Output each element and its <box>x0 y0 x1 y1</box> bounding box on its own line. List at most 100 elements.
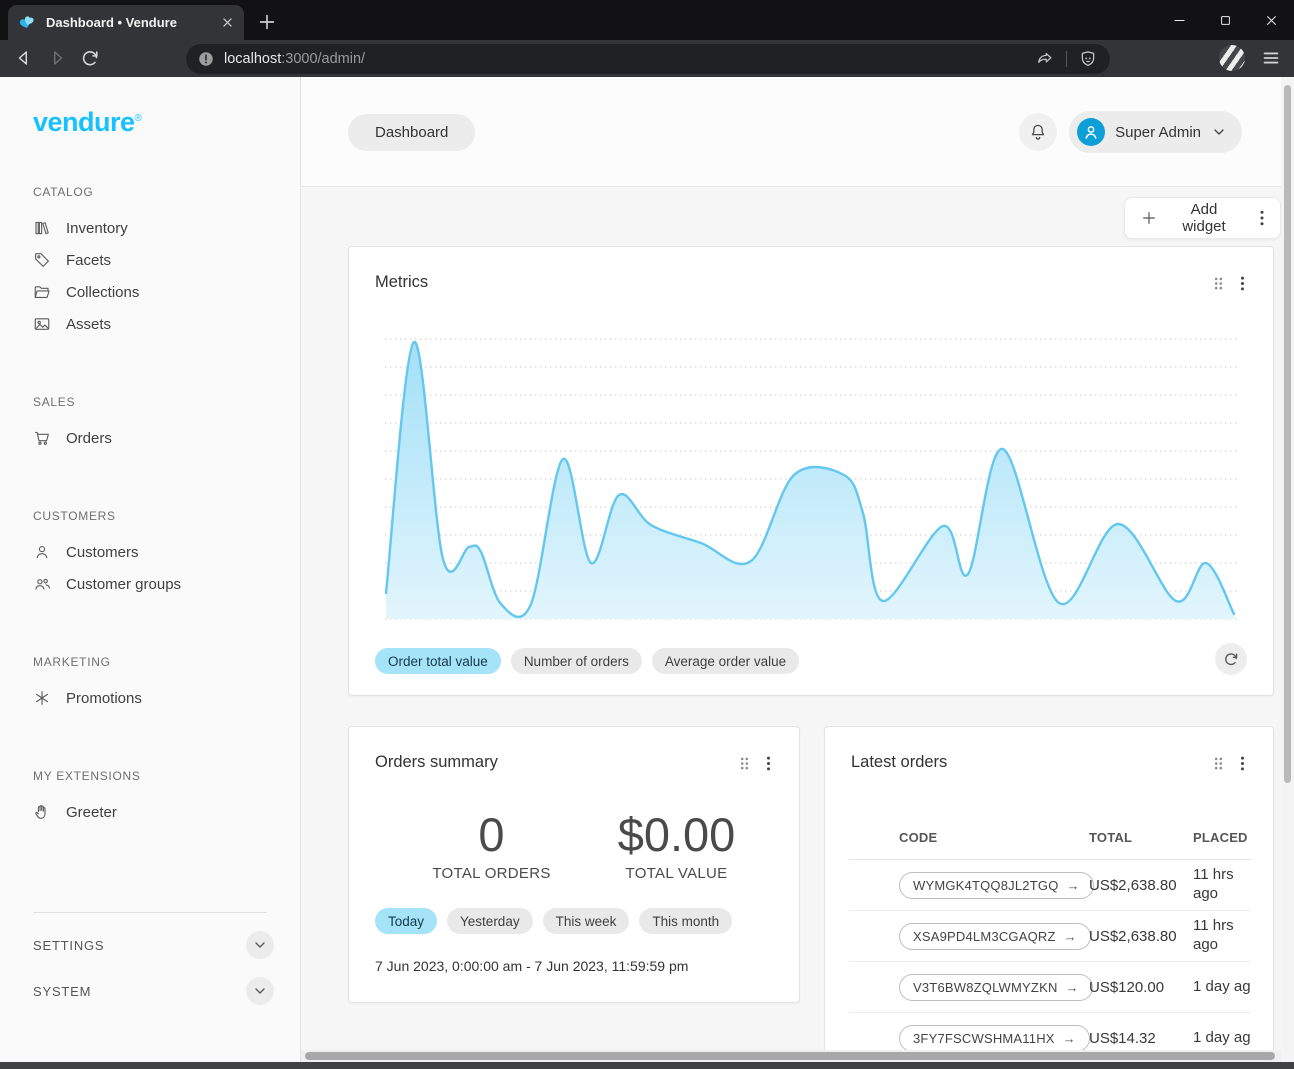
window-minimize-button[interactable] <box>1156 0 1202 40</box>
customers-icon <box>33 543 51 561</box>
order-total: US$14.32 <box>1089 1030 1193 1047</box>
sidebar-item[interactable]: Promotions <box>0 682 300 714</box>
collections-icon <box>33 283 51 301</box>
drag-handle-icon[interactable] <box>739 756 750 771</box>
url-text: localhost:3000/admin/ <box>224 51 1035 67</box>
sidebar-item-label: Facets <box>66 252 111 269</box>
refresh-icon[interactable] <box>1215 643 1247 675</box>
notifications-button[interactable] <box>1019 113 1057 151</box>
window-close-button[interactable] <box>1248 0 1294 40</box>
orders-icon <box>33 429 51 447</box>
browser-reload-button[interactable] <box>79 47 101 69</box>
sidebar-item[interactable]: Collections <box>0 276 300 308</box>
arrow-right-icon: → <box>1067 878 1080 893</box>
sidebar-item[interactable]: Customers <box>0 536 300 568</box>
metric-chip[interactable]: Number of orders <box>511 648 642 674</box>
customer-groups-icon <box>33 575 51 593</box>
sidebar-item-label: Customers <box>66 544 139 561</box>
widget-menu-icon[interactable] <box>766 755 771 772</box>
horizontal-scrollbar-thumb[interactable] <box>305 1052 1275 1060</box>
order-placed-at: 11 hrs ago <box>1193 866 1251 904</box>
metric-chip[interactable]: Order total value <box>375 648 501 674</box>
window-controls <box>1156 0 1294 40</box>
sidebar-item-label: Inventory <box>66 220 128 237</box>
metric-chip[interactable]: Average order value <box>652 648 799 674</box>
order-code: V3T6BW8ZQLWMYZKN <box>913 980 1058 995</box>
sidebar-nav: CATALOG Inventory Facets <box>0 184 300 828</box>
widget-menu-icon[interactable] <box>1240 275 1245 292</box>
chevron-down-icon[interactable] <box>246 931 274 959</box>
summary-stat: $0.00 TOTAL VALUE <box>584 811 769 882</box>
promotions-icon <box>33 689 51 707</box>
range-chip[interactable]: This month <box>639 908 732 934</box>
order-code-button[interactable]: 3FY7FSCWSHMA11HX → <box>899 1025 1090 1051</box>
window-bottom-edge <box>0 1062 1294 1069</box>
browser-menu-icon[interactable] <box>1260 47 1282 69</box>
drag-handle-icon[interactable] <box>1213 756 1224 771</box>
url-bar[interactable]: localhost:3000/admin/ <box>186 44 1110 74</box>
horizontal-scrollbar[interactable] <box>301 1050 1281 1062</box>
sidebar-item[interactable]: Greeter <box>0 796 300 828</box>
table-row: 3FY7FSCWSHMA11HX → US$14.32 1 day ago <box>849 1013 1251 1050</box>
order-placed-at: 11 hrs ago <box>1193 917 1251 955</box>
arrow-right-icon: → <box>1063 1031 1076 1046</box>
nav-group: CUSTOMERS Customers Customer groups <box>0 508 300 600</box>
sidebar-collapsed-section[interactable]: SETTINGS <box>0 931 300 959</box>
sidebar-item-label: Assets <box>66 316 111 333</box>
nav-section-title: MARKETING <box>33 654 300 670</box>
user-avatar <box>1077 118 1105 146</box>
order-total: US$2,638.80 <box>1089 928 1193 945</box>
browser-tab[interactable]: Dashboard • Vendure <box>8 5 244 40</box>
new-tab-button[interactable] <box>256 11 278 33</box>
plus-icon <box>1141 210 1157 226</box>
sidebar-item-label: Greeter <box>66 804 117 821</box>
sidebar-item[interactable]: Assets <box>0 308 300 340</box>
order-placed-at: 1 day ago <box>1193 978 1251 997</box>
order-code-button[interactable]: XSA9PD4LM3CGAQRZ → <box>899 923 1091 950</box>
browser-profile-avatar[interactable] <box>1219 45 1245 71</box>
sidebar-item[interactable]: Inventory <box>0 212 300 244</box>
site-info-icon[interactable] <box>197 50 215 68</box>
share-icon[interactable] <box>1035 49 1055 69</box>
greeter-icon <box>33 803 51 821</box>
widget-menu-icon[interactable] <box>1240 755 1245 772</box>
widget-bar-menu-icon[interactable] <box>1255 210 1269 226</box>
column-header: TOTAL <box>1089 830 1193 845</box>
range-chip[interactable]: Yesterday <box>447 908 533 934</box>
range-chip[interactable]: Today <box>375 908 437 934</box>
add-widget-button[interactable]: Add widget <box>1124 197 1281 239</box>
order-code: WYMGK4TQQ8JL2TGQ <box>913 878 1059 893</box>
vertical-scrollbar[interactable] <box>1281 77 1294 1062</box>
browser-back-button[interactable] <box>13 47 35 69</box>
tab-close-icon[interactable] <box>219 14 236 31</box>
range-chip[interactable]: This week <box>543 908 630 934</box>
url-path: :3000/admin/ <box>281 51 365 67</box>
vertical-scrollbar-thumb[interactable] <box>1284 85 1291 783</box>
browser-forward-button[interactable] <box>46 47 68 69</box>
sidebar: vendure® CATALOG Inventory <box>0 77 301 1062</box>
vendure-favicon-icon <box>19 14 36 31</box>
toolbar-divider <box>1066 51 1067 67</box>
sidebar-item[interactable]: Customer groups <box>0 568 300 600</box>
drag-handle-icon[interactable] <box>1213 276 1224 291</box>
sidebar-item-label: Customer groups <box>66 576 181 593</box>
brave-shield-icon[interactable] <box>1078 49 1098 69</box>
tab-title: Dashboard • Vendure <box>46 15 219 30</box>
breadcrumb[interactable]: Dashboard <box>348 114 475 151</box>
sidebar-item[interactable]: Orders <box>0 422 300 454</box>
sidebar-item-label: Promotions <box>66 690 142 707</box>
chevron-down-icon <box>1211 124 1227 140</box>
page-header: Dashboard Super Admin <box>301 77 1281 187</box>
order-code-button[interactable]: V3T6BW8ZQLWMYZKN → <box>899 974 1093 1001</box>
order-code-button[interactable]: WYMGK4TQQ8JL2TGQ → <box>899 872 1094 899</box>
order-total: US$2,638.80 <box>1089 877 1193 894</box>
column-header: PLACED AT <box>1193 830 1251 845</box>
window-maximize-button[interactable] <box>1202 0 1248 40</box>
chevron-down-icon[interactable] <box>246 977 274 1005</box>
sidebar-item[interactable]: Facets <box>0 244 300 276</box>
nav-section-title: CATALOG <box>33 184 300 200</box>
order-total: US$120.00 <box>1089 979 1193 996</box>
sidebar-collapsed-section[interactable]: SYSTEM <box>0 977 300 1005</box>
user-menu-button[interactable]: Super Admin <box>1069 111 1242 153</box>
nav-section-title: CUSTOMERS <box>33 508 300 524</box>
